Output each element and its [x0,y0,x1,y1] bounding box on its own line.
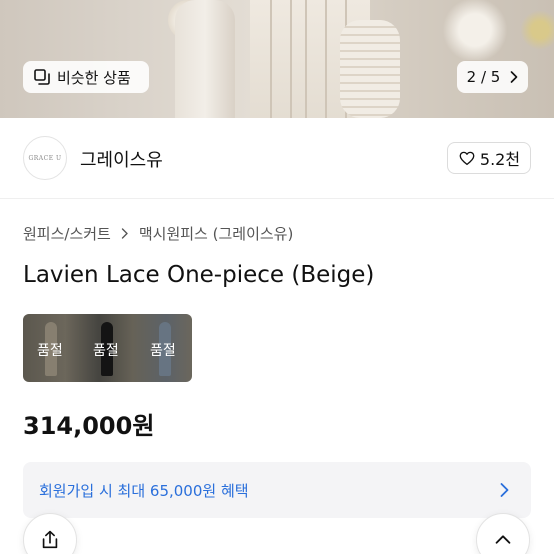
breadcrumb-subcategory[interactable]: 맥시원피스 (그레이스유) [139,223,293,244]
gallery-page-indicator[interactable]: 2 / 5 [457,61,528,93]
scroll-top-button[interactable] [476,513,530,554]
breadcrumb-category[interactable]: 원피스/스커트 [23,223,111,244]
similar-products-label: 비슷한 상품 [57,68,131,87]
promo-text: 회원가입 시 최대 65,000원 혜택 [39,481,249,500]
section-divider [0,198,554,199]
chevron-right-icon [500,483,509,497]
share-button[interactable] [23,513,77,554]
chevron-right-icon [511,71,518,83]
shop-logo-text: GRACE U [28,154,62,162]
similar-items-icon [34,69,50,85]
heart-icon [459,151,475,166]
chevron-up-icon [495,535,511,544]
soldout-label: 품절 [93,343,119,359]
chevron-right-icon [121,228,128,239]
gallery-image-flower [440,0,510,60]
product-price: 314,000원 [23,412,155,440]
soldout-label: 품절 [37,343,63,359]
breadcrumb: 원피스/스커트 맥시원피스 (그레이스유) [23,223,293,244]
shop-like-button[interactable]: 5.2천 [447,142,531,174]
shop-name[interactable]: 그레이스유 [80,146,163,172]
like-count: 5.2천 [479,150,521,169]
similar-products-button[interactable]: 비슷한 상품 [23,61,149,93]
page-indicator-text: 2 / 5 [466,68,501,86]
soldout-label: 품절 [150,343,176,359]
color-options[interactable]: 품절 품절 품절 [23,314,192,382]
share-icon [42,530,58,549]
gallery-image-leaf [520,10,554,50]
product-image-gallery[interactable] [0,0,554,118]
shop-logo[interactable]: GRACE U [23,136,67,180]
signup-promo-banner[interactable]: 회원가입 시 최대 65,000원 혜택 [23,462,531,518]
product-title: Lavien Lace One-piece (Beige) [23,262,375,288]
gallery-image-frill [340,20,400,118]
gallery-image-mannequin [175,0,235,118]
